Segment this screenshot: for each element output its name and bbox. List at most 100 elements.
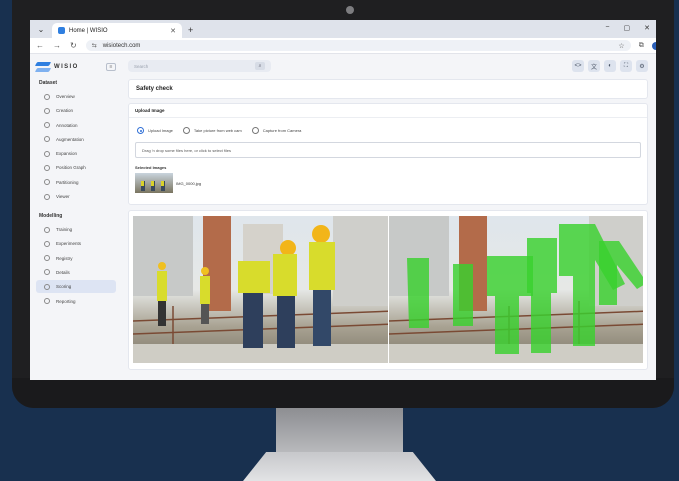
sidebar-item-viewer[interactable]: Viewer xyxy=(36,190,116,203)
maximize-button[interactable]: ▢ xyxy=(624,24,631,32)
registry-icon xyxy=(44,255,50,262)
sidebar-item-label: Scoring xyxy=(56,284,72,290)
sidebar: WISIO ≡ Dataset Overview Creation Annotati… xyxy=(30,54,122,379)
settings-gear-icon[interactable]: ⚙ xyxy=(636,60,648,72)
original-image xyxy=(133,216,388,363)
page-title: Safety check xyxy=(128,79,648,99)
monitor-chin xyxy=(12,378,674,408)
sidebar-item-label: Creation xyxy=(56,108,74,114)
new-tab-button[interactable]: + xyxy=(188,25,193,35)
monitor-frame: ⌄ Home | WISIO ✕ + − ▢ ✕ ← → ↻ ⇆ wisiote… xyxy=(12,0,674,408)
sidebar-item-annotation[interactable]: Annotation xyxy=(36,119,116,132)
selected-images-label: Selected Images xyxy=(135,165,167,170)
radio-camera[interactable]: Capture from Camera xyxy=(251,127,302,134)
window-controls: − ▢ ✕ xyxy=(605,24,650,32)
section-dataset: Dataset xyxy=(39,80,58,86)
source-radio-group: Upload Image Take picture from web cam C… xyxy=(135,127,641,134)
forward-icon[interactable]: → xyxy=(53,41,61,50)
tab-close-icon[interactable]: ✕ xyxy=(170,27,176,35)
sidebar-item-label: Overview xyxy=(56,94,75,99)
section-modelling: Modelling xyxy=(39,213,63,220)
radio-upload-image[interactable]: Upload Image xyxy=(137,127,173,134)
details-icon xyxy=(44,269,50,276)
sidebar-item-augmentation[interactable]: Augmentation xyxy=(36,133,116,146)
sidebar-collapse-button[interactable]: ≡ xyxy=(106,63,116,71)
wisio-logo-icon xyxy=(36,61,50,73)
detection-result-image xyxy=(388,216,643,363)
reporting-icon xyxy=(44,298,50,305)
sidebar-item-details[interactable]: Details xyxy=(36,266,116,279)
sidebar-item-reporting[interactable]: Reporting xyxy=(36,295,116,308)
address-bar-row: ← → ↻ ⇆ wisiotech.com ☆ ⧉ ⋮ xyxy=(30,38,656,54)
minimize-button[interactable]: − xyxy=(605,24,609,32)
sidebar-item-label: Partitioning xyxy=(56,179,79,185)
monitor-stand-base xyxy=(243,452,436,481)
radio-dot-icon[interactable] xyxy=(182,127,190,134)
sidebar-item-position-graph[interactable]: Position Graph xyxy=(36,161,116,174)
radio-web-cam[interactable]: Take picture from web cam xyxy=(182,127,242,134)
partitioning-icon xyxy=(44,179,50,186)
bookmark-star-icon[interactable]: ☆ xyxy=(618,42,624,50)
main-content: Search ⌕ <> 文 ◐ ⛶ ⚙ Safety check Upload … xyxy=(122,54,656,379)
app-body: WISIO ≡ Dataset Overview Creation Annotati… xyxy=(30,54,656,379)
position-graph-icon xyxy=(44,164,50,171)
sidebar-item-label: Experiments xyxy=(56,241,82,247)
screen: ⌄ Home | WISIO ✕ + − ▢ ✕ ← → ↻ ⇆ wisiote… xyxy=(30,20,656,380)
back-icon[interactable]: ← xyxy=(36,41,44,50)
viewer-icon xyxy=(44,193,50,200)
site-info-icon[interactable]: ⇆ xyxy=(92,42,97,49)
upload-title: Upload Image xyxy=(129,108,647,118)
radio-dot-icon[interactable] xyxy=(137,127,144,134)
browser-tabbar: ⌄ Home | WISIO ✕ + − ▢ ✕ xyxy=(30,20,656,38)
sidebar-item-experiments[interactable]: Experiments xyxy=(36,237,116,250)
selected-image-filename: IMG_0000.jpg xyxy=(176,180,202,186)
code-icon[interactable]: <> xyxy=(572,60,584,72)
browser-tab[interactable]: Home | WISIO ✕ xyxy=(52,23,182,38)
sidebar-item-partitioning[interactable]: Partitioning xyxy=(36,176,116,189)
radio-dot-icon[interactable] xyxy=(251,127,259,134)
upload-card: Upload Image Upload Image Take picture f… xyxy=(128,103,648,205)
fullscreen-icon[interactable]: ⛶ xyxy=(620,60,632,72)
topbar: Search ⌕ <> 文 ◐ ⛶ ⚙ xyxy=(128,58,648,74)
search-input[interactable]: Search xyxy=(134,64,148,69)
close-window-button[interactable]: ✕ xyxy=(644,24,650,32)
experiments-icon xyxy=(44,240,50,247)
sidebar-item-expansion[interactable]: Expansion xyxy=(36,147,116,160)
translate-icon[interactable]: 文 xyxy=(588,60,600,72)
sidebar-item-label: Registry xyxy=(56,255,73,261)
file-dropzone[interactable]: Drag 'n drop some files here, or click t… xyxy=(135,142,641,158)
favicon-icon xyxy=(58,27,65,34)
sidebar-item-registry[interactable]: Registry xyxy=(36,252,116,265)
url-field[interactable]: ⇆ wisiotech.com ☆ xyxy=(85,40,631,51)
reload-icon[interactable]: ↻ xyxy=(70,41,77,50)
sidebar-item-label: Annotation xyxy=(56,122,78,128)
extensions-icon[interactable]: ⧉ xyxy=(639,42,644,50)
sidebar-item-creation[interactable]: Creation xyxy=(36,104,116,117)
annotation-icon xyxy=(44,122,50,129)
sidebar-item-label: Expansion xyxy=(56,151,78,157)
selected-image-item[interactable]: IMG_0000.jpg xyxy=(135,173,641,193)
sidebar-item-training[interactable]: Training xyxy=(36,223,116,236)
search-box[interactable]: Search ⌕ xyxy=(128,60,271,72)
sidebar-item-label: Details xyxy=(56,269,70,275)
training-icon xyxy=(44,226,50,233)
result-card xyxy=(128,210,648,370)
sidebar-item-label: Training xyxy=(56,227,73,233)
overview-icon xyxy=(44,93,50,100)
brand-name: WISIO xyxy=(54,64,79,70)
sidebar-item-label: Viewer xyxy=(56,194,70,200)
radio-label: Take picture from web cam xyxy=(193,128,242,133)
creation-icon xyxy=(44,107,50,114)
search-icon[interactable]: ⌕ xyxy=(255,62,265,70)
profile-avatar[interactable] xyxy=(651,41,656,50)
webcam xyxy=(346,6,354,14)
monitor-stand-neck xyxy=(276,408,403,453)
sidebar-item-scoring[interactable]: Scoring xyxy=(36,280,116,294)
tab-search-icon[interactable]: ⌄ xyxy=(34,23,48,35)
selected-image-thumbnail[interactable] xyxy=(135,173,173,193)
sidebar-item-overview[interactable]: Overview xyxy=(36,90,116,103)
radio-label: Capture from Camera xyxy=(262,128,302,133)
theme-icon[interactable]: ◐ xyxy=(604,60,616,72)
radio-label: Upload Image xyxy=(148,128,173,133)
sidebar-item-label: Augmentation xyxy=(56,136,84,142)
